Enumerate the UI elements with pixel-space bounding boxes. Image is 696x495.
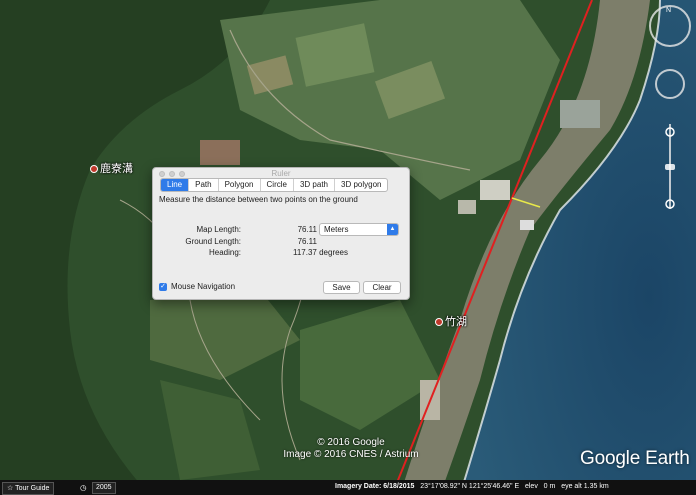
tour-guide-label: Tour Guide <box>15 485 50 492</box>
ruler-description: Measure the distance between two points … <box>159 195 358 204</box>
ruler-dialog: Ruler Line Path Polygon Circle 3D path 3… <box>152 167 410 300</box>
imagery-date-label: Imagery Date: <box>335 483 382 490</box>
historical-imagery-icon[interactable]: ◷ <box>80 483 87 492</box>
chevron-updown-icon: ▲︎ <box>387 224 398 235</box>
pin-icon <box>90 165 98 174</box>
status-readout: Imagery Date: 6/18/2015 23°17'08.92" N 1… <box>335 483 609 490</box>
ruler-tabs: Line Path Polygon Circle 3D path 3D poly… <box>160 178 389 192</box>
zoom-window-icon[interactable] <box>179 171 185 177</box>
svg-text:N: N <box>666 7 671 14</box>
tab-line[interactable]: Line <box>161 179 190 191</box>
units-select[interactable]: Meters ▲︎ <box>319 223 399 236</box>
map-length-label: Map Length: <box>196 225 241 234</box>
imagery-date: 6/18/2015 <box>383 483 415 490</box>
checkbox-checked-icon[interactable]: ✓ <box>159 282 167 291</box>
star-icon: ☆ <box>7 485 14 492</box>
longitude: 121°25'46.46" E <box>468 483 520 490</box>
pin-icon <box>435 318 443 327</box>
eye-alt-label: eye alt <box>561 483 582 490</box>
elev-label: elev <box>524 483 538 490</box>
latitude: 23°17'08.92" N <box>420 483 467 490</box>
tab-circle[interactable]: Circle <box>261 179 294 191</box>
window-controls <box>159 171 185 177</box>
ground-length-label: Ground Length: <box>185 237 241 246</box>
copyright-line: © 2016 Google <box>317 437 385 448</box>
imagery-year[interactable]: 2005 <box>92 482 116 494</box>
place-name: 鹿寮溝 <box>100 163 133 175</box>
save-button[interactable]: Save <box>323 281 360 294</box>
status-bar: ☆ Tour Guide ◷ 2005 Imagery Date: 6/18/2… <box>0 480 696 495</box>
map-length-value: 76.11 <box>297 225 317 234</box>
close-window-icon[interactable] <box>159 171 165 177</box>
tab-polygon[interactable]: Polygon <box>219 179 261 191</box>
place-label-luliaogou[interactable]: 鹿寮溝 <box>90 160 133 176</box>
eye-alt-value: 1.35 km <box>583 483 609 490</box>
tab-path[interactable]: Path <box>189 179 219 191</box>
place-name: 竹湖 <box>445 316 467 328</box>
dialog-title: Ruler <box>271 169 291 178</box>
pan-control-icon <box>655 69 685 99</box>
map-copyright: © 2016 Google Image © 2016 CNES / Astriu… <box>276 437 426 461</box>
place-label-zhuhu[interactable]: 竹湖 <box>435 313 467 329</box>
clear-button[interactable]: Clear <box>363 281 401 294</box>
mouse-navigation-checkbox[interactable]: ✓ Mouse Navigation <box>159 282 235 291</box>
minimize-window-icon[interactable] <box>169 171 175 177</box>
units-value: Meters <box>324 225 349 234</box>
tab-3d-path[interactable]: 3D path <box>294 179 335 191</box>
ground-length-value: 76.11 <box>297 237 317 246</box>
elev-value: 0 m <box>543 483 556 490</box>
google-earth-logo: Google Earth <box>580 448 690 469</box>
tab-3d-polygon[interactable]: 3D polygon <box>335 179 387 191</box>
mouse-navigation-label: Mouse Navigation <box>171 282 236 291</box>
tour-guide-button[interactable]: ☆ Tour Guide <box>2 482 55 495</box>
copyright-line: Image © 2016 CNES / Astrium <box>283 449 419 460</box>
heading-label: Heading: <box>208 248 241 257</box>
navigation-controls[interactable]: N <box>648 4 692 224</box>
heading-value: 117.37 degrees <box>293 248 349 257</box>
